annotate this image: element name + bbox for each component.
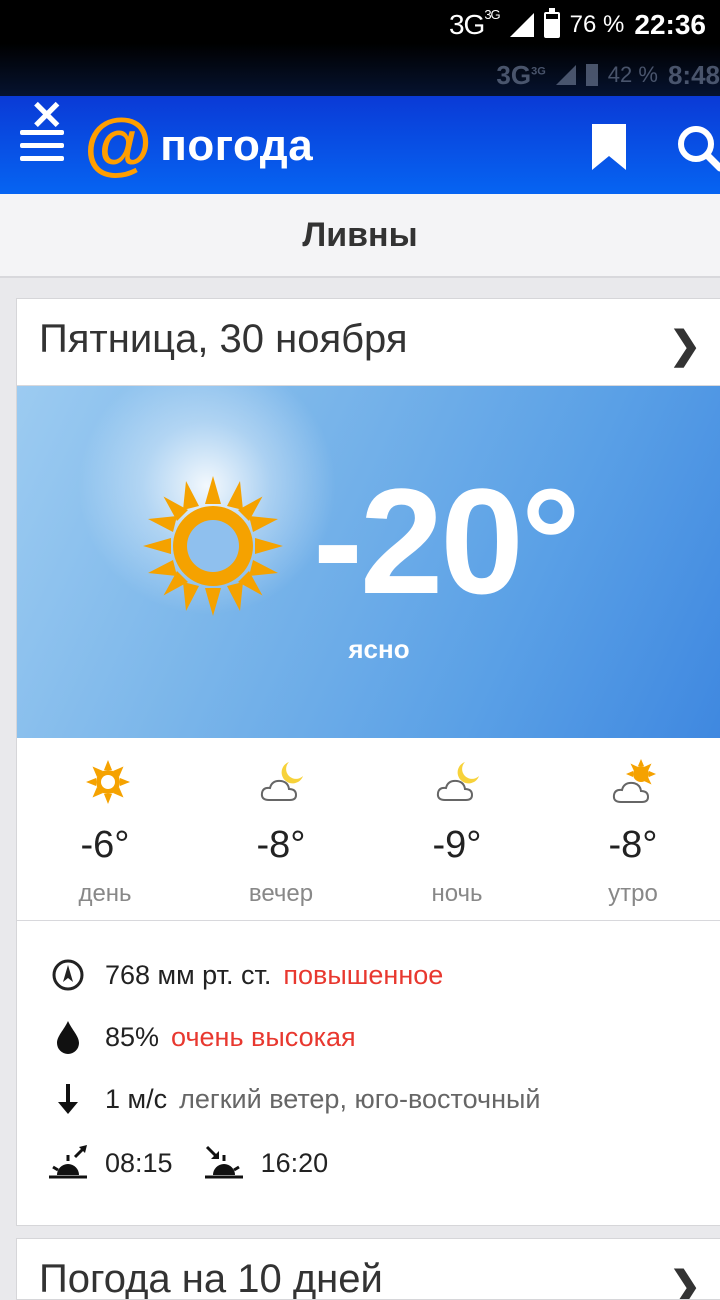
status-bar: 3G3G 76 % 22:36 3G3G 42 % 8:48 [0, 0, 720, 96]
period-label: утро [608, 880, 658, 907]
period-temp: -8° [608, 824, 658, 866]
humidity-row: 85% очень высокая [45, 1017, 356, 1057]
period-temp: -9° [432, 824, 482, 866]
app-logo[interactable]: @ погода [84, 108, 314, 178]
period-day: -6° день [17, 738, 193, 920]
compass-icon [45, 955, 91, 995]
ghost-clock: 8:48 [667, 59, 720, 90]
forecast-card: Пятница, 30 ноября ❯ -20° ясно -6° день … [16, 298, 720, 1226]
period-label: вечер [248, 880, 314, 907]
ghost-network: 3G3G [496, 59, 546, 90]
period-morning: -8° утро [545, 738, 720, 920]
sun-icon [143, 476, 283, 616]
app-header: ✕ @ погода [0, 96, 720, 194]
current-weather-hero: -20° ясно [17, 386, 720, 738]
battery-level: 76 % [569, 11, 625, 38]
period-temp: -6° [80, 824, 130, 866]
moon-cloud-icon [260, 762, 303, 801]
weather-condition: ясно [348, 634, 410, 664]
sun-icon [86, 760, 130, 804]
sunrise-time: 08:15 [105, 1147, 173, 1178]
moon-cloud-icon [436, 762, 479, 801]
ghost-battery-level: 42 % [607, 62, 658, 87]
network-indicator: 3G3G [448, 7, 501, 40]
chevron-right-icon[interactable]: ❯ [669, 323, 701, 368]
ghost-battery-icon [585, 64, 598, 86]
period-label: день [78, 880, 132, 907]
bookmark-icon[interactable] [592, 124, 626, 170]
city-name: Ливны [302, 216, 418, 254]
ghost-status-row: 3G3G 42 % 8:48 [496, 58, 720, 92]
logo-symbol: @ [84, 104, 153, 182]
sunset-icon [201, 1143, 247, 1183]
ten-day-title: Погода на 10 дней [39, 1257, 383, 1300]
chevron-right-icon[interactable]: ❯ [669, 1263, 701, 1299]
sun-cloud-icon [612, 759, 656, 803]
wind-note: легкий ветер, юго-восточный [179, 1083, 541, 1114]
sunset-time: 16:20 [260, 1147, 329, 1178]
wind-value: 1 м/с [105, 1083, 168, 1114]
period-label: ночь [431, 880, 483, 907]
wind-direction-icon [45, 1079, 91, 1119]
period-evening: -8° вечер [193, 738, 369, 920]
period-night: -9° ночь [369, 738, 545, 920]
sunrise-icon [45, 1143, 91, 1183]
day-periods: -6° день -8° вечер -9° ночь -8° утро [17, 738, 720, 921]
battery-icon [543, 8, 560, 38]
wind-row: 1 м/с легкий ветер, юго-восточный [45, 1079, 540, 1119]
humidity-note: очень высокая [171, 1021, 356, 1052]
signal-icon [509, 13, 534, 37]
pressure-note: повышенное [283, 959, 444, 990]
period-temp: -8° [256, 824, 306, 866]
date-row[interactable]: Пятница, 30 ноября ❯ [17, 299, 720, 386]
forecast-date: Пятница, 30 ноября [39, 317, 408, 361]
ghost-signal-icon [555, 65, 576, 85]
pressure-row: 768 мм рт. ст. повышенное [45, 955, 443, 995]
weather-details: 768 мм рт. ст. повышенное 85% очень высо… [17, 921, 720, 1221]
sun-times-row: 08:15 16:20 [45, 1143, 328, 1183]
current-temperature: -20° [313, 457, 581, 625]
city-bar: Ливны [0, 194, 720, 278]
drop-icon [45, 1017, 91, 1057]
clock: 22:36 [634, 9, 706, 40]
ten-day-card[interactable]: Погода на 10 дней ❯ [16, 1238, 720, 1300]
pressure-value: 768 мм рт. ст. [105, 959, 272, 990]
status-row: 3G3G 76 % 22:36 [448, 7, 706, 42]
menu-icon[interactable] [20, 130, 64, 162]
search-icon[interactable] [672, 124, 720, 172]
logo-text: погода [160, 121, 314, 170]
humidity-value: 85% [105, 1021, 160, 1052]
